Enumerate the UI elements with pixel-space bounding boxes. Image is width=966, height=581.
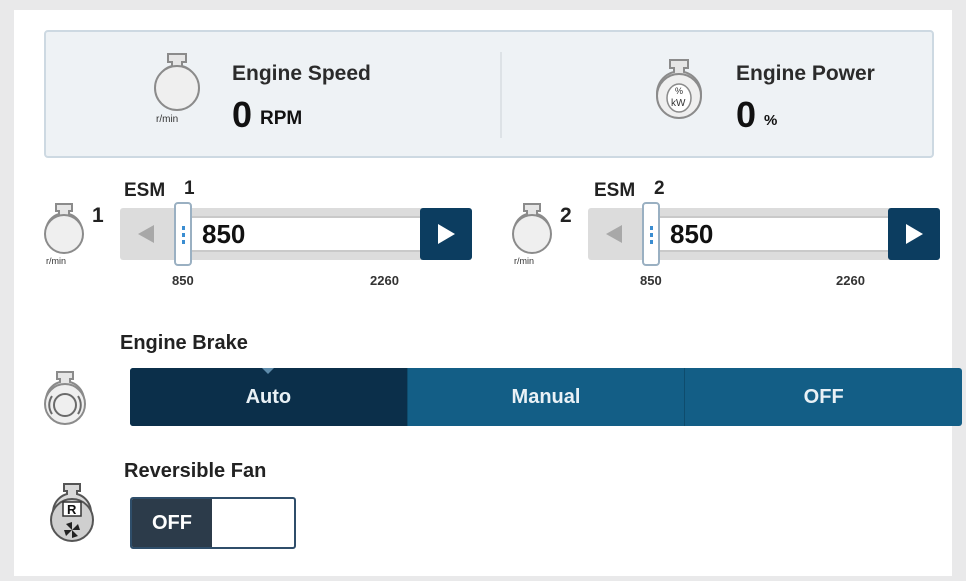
engine-power-icon: % kW [650,56,708,126]
esm-1-icon-unit: r/min [46,256,66,266]
reversible-fan-state: OFF [132,499,212,547]
engine-brake-option-off[interactable]: OFF [685,368,962,426]
engine-power-value: 0 [736,94,757,135]
esm-1-slider-thumb[interactable] [174,202,192,266]
engine-speed-icon-unit: r/min [156,114,179,125]
status-divider [500,52,502,138]
esm-2-engine-icon: 2 r/min [510,200,574,266]
arrow-right-icon [438,224,455,244]
arrow-left-icon [606,225,622,243]
engine-settings-panel: r/min Engine Speed 0 RPM % kW Engine Pow… [14,10,962,576]
esm-1-increase-button[interactable] [420,208,472,260]
engine-speed-label: Engine Speed [232,62,371,85]
engine-brake-segmented-control: Auto Manual OFF [130,368,962,426]
reversible-fan-toggle[interactable]: OFF [130,497,296,549]
esm-1-decrease-button[interactable] [120,208,172,260]
engine-power-icon-bottom: kW [671,98,686,109]
arrow-right-icon [906,224,923,244]
engine-power-icon-top: % [675,86,684,96]
engine-power-unit: % [764,112,778,129]
esm-2-max-label: 2260 [836,273,865,288]
esm-2-increase-button[interactable] [888,208,940,260]
reversible-fan-label: Reversible Fan [124,460,267,482]
esm-1-title: ESM [124,180,166,201]
esm-2-slider[interactable]: 850 [588,202,894,266]
engine-brake-label: Engine Brake [120,332,248,354]
esm-1-slider[interactable]: 850 [120,202,426,266]
esm-1-engine-icon: 1 r/min [42,200,106,266]
engine-status-card: r/min Engine Speed 0 RPM % kW Engine Pow… [44,30,934,158]
esm-2-decrease-button[interactable] [588,208,640,260]
esm-1-max-label: 2260 [370,273,399,288]
esm-1-icon-superscript: 1 [92,204,104,227]
esm-1-value: 850 [178,216,422,252]
engine-brake-option-auto[interactable]: Auto [130,368,408,426]
esm-2-min-label: 850 [640,273,662,288]
esm-2-icon-superscript: 2 [560,204,572,227]
esm-2-index: 2 [654,178,665,199]
reversible-fan-icon: R [50,480,100,552]
reversible-fan-icon-letter: R [67,502,77,517]
engine-brake-option-manual[interactable]: Manual [408,368,686,426]
engine-power-label: Engine Power [736,62,875,85]
esm-2-icon-unit: r/min [514,256,534,266]
engine-speed-unit: RPM [260,108,303,129]
esm-1-index: 1 [184,178,195,199]
arrow-left-icon [138,225,154,243]
esm-2-value: 850 [646,216,890,252]
esm-1-min-label: 850 [172,273,194,288]
engine-speed-value: 0 [232,94,253,135]
engine-speed-icon: r/min [150,50,204,128]
engine-brake-icon [42,368,96,434]
esm-2-title: ESM [594,180,636,201]
esm-2-slider-thumb[interactable] [642,202,660,266]
